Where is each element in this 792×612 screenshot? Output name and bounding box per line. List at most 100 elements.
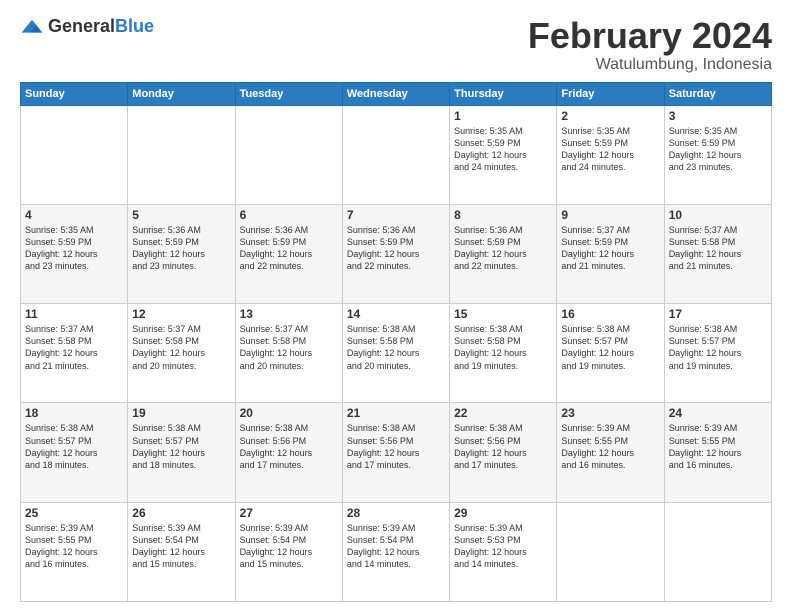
day-number: 15 (454, 307, 552, 321)
table-row: 14 Sunrise: 5:38 AM Sunset: 5:58 PM Dayli… (342, 304, 449, 403)
table-row (664, 502, 771, 601)
day-number: 11 (25, 307, 123, 321)
day-info: Sunrise: 5:37 AM Sunset: 5:58 PM Dayligh… (25, 323, 123, 372)
table-row: 8 Sunrise: 5:36 AM Sunset: 5:59 PM Daylig… (450, 204, 557, 303)
day-number: 20 (240, 406, 338, 420)
table-row (557, 502, 664, 601)
day-info: Sunrise: 5:36 AM Sunset: 5:59 PM Dayligh… (240, 224, 338, 273)
day-info: Sunrise: 5:39 AM Sunset: 5:55 PM Dayligh… (561, 422, 659, 471)
day-info: Sunrise: 5:39 AM Sunset: 5:55 PM Dayligh… (669, 422, 767, 471)
table-row: 1Sunrise: 5:35 AM Sunset: 5:59 PM Daylig… (450, 105, 557, 204)
table-row: 5 Sunrise: 5:36 AM Sunset: 5:59 PM Daylig… (128, 204, 235, 303)
table-row: 6 Sunrise: 5:36 AM Sunset: 5:59 PM Daylig… (235, 204, 342, 303)
month-title: February 2024 (528, 16, 772, 56)
day-number: 24 (669, 406, 767, 420)
day-info: Sunrise: 5:36 AM Sunset: 5:59 PM Dayligh… (454, 224, 552, 273)
day-number: 5 (132, 208, 230, 222)
day-number: 3 (669, 109, 767, 123)
day-number: 25 (25, 506, 123, 520)
day-number: 28 (347, 506, 445, 520)
day-number: 8 (454, 208, 552, 222)
day-number: 4 (25, 208, 123, 222)
day-info: Sunrise: 5:39 AM Sunset: 5:55 PM Dayligh… (25, 522, 123, 571)
day-number: 29 (454, 506, 552, 520)
table-row: 18Sunrise: 5:38 AM Sunset: 5:57 PM Dayli… (21, 403, 128, 502)
calendar-week-row: 25 Sunrise: 5:39 AM Sunset: 5:55 PM Dayli… (21, 502, 772, 601)
table-row: 19 Sunrise: 5:38 AM Sunset: 5:57 PM Dayli… (128, 403, 235, 502)
day-number: 9 (561, 208, 659, 222)
table-row: 9 Sunrise: 5:37 AM Sunset: 5:59 PM Daylig… (557, 204, 664, 303)
logo-icon (20, 18, 44, 36)
table-row: 25 Sunrise: 5:39 AM Sunset: 5:55 PM Dayli… (21, 502, 128, 601)
day-number: 16 (561, 307, 659, 321)
table-row (128, 105, 235, 204)
table-row: 22 Sunrise: 5:38 AM Sunset: 5:56 PM Dayli… (450, 403, 557, 502)
day-info: Sunrise: 5:36 AM Sunset: 5:59 PM Dayligh… (347, 224, 445, 273)
calendar-week-row: 11 Sunrise: 5:37 AM Sunset: 5:58 PM Dayli… (21, 304, 772, 403)
col-friday: Friday (557, 82, 664, 105)
table-row: 24 Sunrise: 5:39 AM Sunset: 5:55 PM Dayli… (664, 403, 771, 502)
day-info: Sunrise: 5:39 AM Sunset: 5:54 PM Dayligh… (240, 522, 338, 571)
calendar-week-row: 18 Sunrise: 5:38 AM Sunset: 5:57 PM Dayli… (21, 403, 772, 502)
calendar-table: Sunday Monday Tuesday Wednesday Thursday… (20, 82, 772, 602)
table-row: 27 Sunrise: 5:39 AM Sunset: 5:54 PM Dayli… (235, 502, 342, 601)
day-info: Sunrise: 5:38 AM Sunset: 5:57 PM Dayligh… (669, 323, 767, 372)
day-info: Sunrise: 5:39 AM Sunset: 5:54 PM Dayligh… (347, 522, 445, 571)
day-info: Sunrise: 5:38 AM Sunset: 5:58 PM Dayligh… (454, 323, 552, 372)
day-number: 13 (240, 307, 338, 321)
day-info: Sunrise: 5:39 AM Sunset: 5:53 PM Dayligh… (454, 522, 552, 571)
table-row: 10 Sunrise: 5:37 AM Sunset: 5:58 PM Dayli… (664, 204, 771, 303)
day-info: Sunrise: 5:38 AM Sunset: 5:57 PM Dayligh… (132, 422, 230, 471)
day-info: Sunrise: 5:37 AM Sunset: 5:58 PM Dayligh… (132, 323, 230, 372)
table-row: 7 Sunrise: 5:36 AM Sunset: 5:59 PM Daylig… (342, 204, 449, 303)
day-info: Sunrise: 5:38 AM Sunset: 5:56 PM Dayligh… (240, 422, 338, 471)
header: GeneralBlue February 2024 Watulumbung, I… (20, 16, 772, 74)
calendar-header-row: Sunday Monday Tuesday Wednesday Thursday… (21, 82, 772, 105)
day-number: 21 (347, 406, 445, 420)
logo-text: GeneralBlue (48, 16, 154, 37)
table-row: 11 Sunrise: 5:37 AM Sunset: 5:58 PM Dayli… (21, 304, 128, 403)
title-block: February 2024 Watulumbung, Indonesia (528, 16, 772, 74)
col-wednesday: Wednesday (342, 82, 449, 105)
logo: GeneralBlue (20, 16, 154, 37)
day-number: 1 (454, 109, 552, 123)
day-number: 7 (347, 208, 445, 222)
page: GeneralBlue February 2024 Watulumbung, I… (0, 0, 792, 612)
day-number: 10 (669, 208, 767, 222)
day-number: 14 (347, 307, 445, 321)
location-title: Watulumbung, Indonesia (528, 56, 772, 74)
day-info: Sunrise: 5:37 AM Sunset: 5:58 PM Dayligh… (669, 224, 767, 273)
day-info: Sunrise: 5:37 AM Sunset: 5:59 PM Dayligh… (561, 224, 659, 273)
calendar-week-row: 1 Sunrise: 5:35 AM Sunset: 5:59 PM Daylig… (21, 105, 772, 204)
day-info: Sunrise: 5:38 AM Sunset: 5:56 PM Dayligh… (454, 422, 552, 471)
table-row: 16 Sunrise: 5:38 AM Sunset: 5:57 PM Dayli… (557, 304, 664, 403)
table-row: 3 Sunrise: 5:35 AM Sunset: 5:59 PM Daylig… (664, 105, 771, 204)
table-row: 15 Sunrise: 5:38 AM Sunset: 5:58 PM Dayli… (450, 304, 557, 403)
col-thursday: Thursday (450, 82, 557, 105)
day-number: 17 (669, 307, 767, 321)
table-row (21, 105, 128, 204)
day-number: 22 (454, 406, 552, 420)
day-number: 18 (25, 406, 123, 420)
table-row: 2Sunrise: 5:35 AM Sunset: 5:59 PM Daylig… (557, 105, 664, 204)
day-info: Sunrise: 5:38 AM Sunset: 5:58 PM Dayligh… (347, 323, 445, 372)
day-info: Sunrise: 5:35 AM Sunset: 5:59 PM Dayligh… (669, 125, 767, 174)
table-row: 29 Sunrise: 5:39 AM Sunset: 5:53 PM Dayli… (450, 502, 557, 601)
day-info: Sunrise: 5:39 AM Sunset: 5:54 PM Dayligh… (132, 522, 230, 571)
day-info: Sunrise: 5:35 AM Sunset: 5:59 PM Dayligh… (561, 125, 659, 174)
table-row: 4 Sunrise: 5:35 AM Sunset: 5:59 PM Daylig… (21, 204, 128, 303)
table-row (342, 105, 449, 204)
day-number: 19 (132, 406, 230, 420)
calendar-week-row: 4 Sunrise: 5:35 AM Sunset: 5:59 PM Daylig… (21, 204, 772, 303)
day-info: Sunrise: 5:38 AM Sunset: 5:56 PM Dayligh… (347, 422, 445, 471)
day-info: Sunrise: 5:37 AM Sunset: 5:58 PM Dayligh… (240, 323, 338, 372)
day-info: Sunrise: 5:35 AM Sunset: 5:59 PM Dayligh… (25, 224, 123, 273)
day-number: 6 (240, 208, 338, 222)
day-info: Sunrise: 5:38 AM Sunset: 5:57 PM Dayligh… (561, 323, 659, 372)
day-number: 23 (561, 406, 659, 420)
table-row: 12Sunrise: 5:37 AM Sunset: 5:58 PM Dayli… (128, 304, 235, 403)
col-tuesday: Tuesday (235, 82, 342, 105)
day-number: 27 (240, 506, 338, 520)
day-info: Sunrise: 5:36 AM Sunset: 5:59 PM Dayligh… (132, 224, 230, 273)
table-row: 17 Sunrise: 5:38 AM Sunset: 5:57 PM Dayli… (664, 304, 771, 403)
